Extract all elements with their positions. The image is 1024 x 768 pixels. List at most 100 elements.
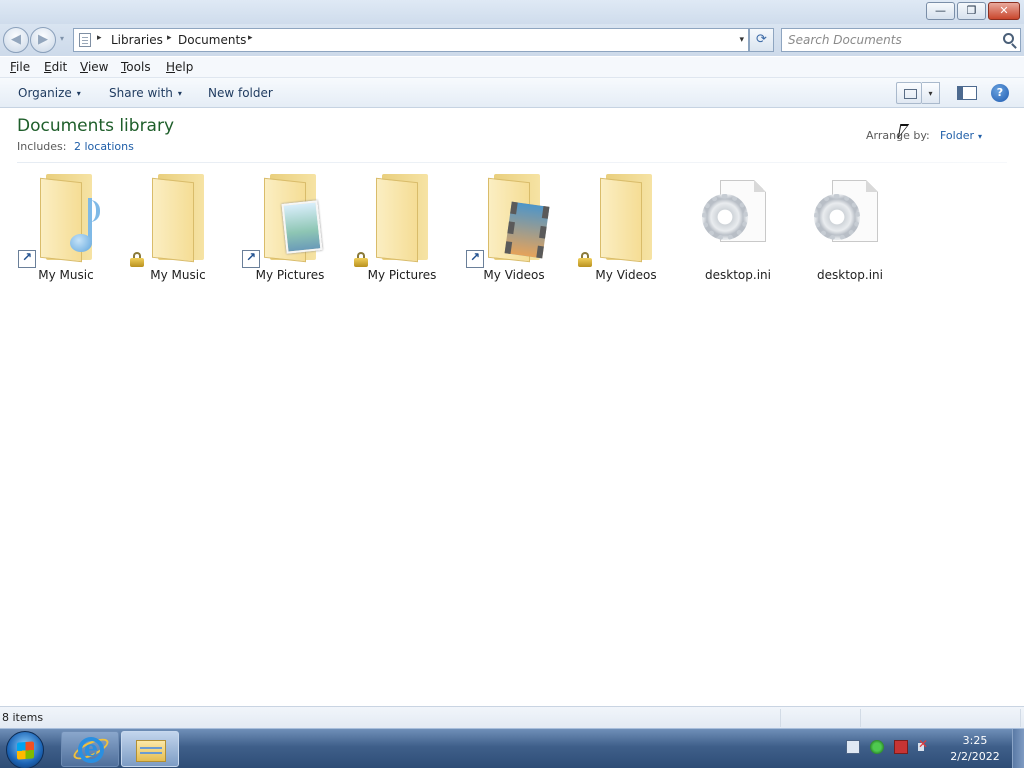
menu-view-mnemonic: V — [80, 60, 88, 74]
title-bar: — ❐ ✕ — [0, 0, 1024, 24]
network-icon[interactable] — [894, 740, 908, 754]
item-label: My Pictures — [367, 268, 437, 282]
change-view-button[interactable] — [896, 82, 922, 104]
search-icon[interactable] — [1003, 33, 1014, 44]
new-folder-button[interactable]: New folder — [208, 86, 273, 100]
clock-time: 3:25 — [962, 734, 988, 747]
system-clock[interactable]: 3:25 2/2/2022 — [940, 733, 1010, 765]
library-page-icon — [79, 33, 91, 47]
breadcrumb-libraries[interactable]: Libraries — [111, 33, 163, 47]
view-options-dropdown[interactable]: ▾ — [922, 82, 940, 104]
item-label: My Music — [150, 268, 206, 282]
restore-button[interactable]: ❐ — [957, 2, 986, 20]
menu-edit-mnemonic: E — [44, 60, 52, 74]
file-item[interactable]: My Pictures — [240, 168, 340, 286]
menu-tools[interactable]: Tools — [121, 60, 151, 74]
clock-date: 2/2/2022 — [950, 750, 1000, 763]
item-count: 8 items — [2, 711, 44, 724]
file-item[interactable]: My Music — [128, 168, 228, 286]
menu-bar: File Edit View Tools Help — [0, 57, 1024, 78]
item-label: My Pictures — [255, 268, 325, 282]
forward-arrow-icon: ▶ — [38, 32, 48, 47]
shortcut-arrow-icon — [18, 250, 36, 268]
chevron-down-icon: ▾ — [978, 132, 983, 141]
menu-file[interactable]: File — [10, 60, 30, 74]
search-box[interactable] — [781, 28, 1021, 52]
file-item[interactable]: My Videos — [464, 168, 564, 286]
help-button[interactable]: ? — [991, 84, 1009, 102]
close-icon: ✕ — [999, 4, 1009, 17]
organize-button[interactable]: Organize ▾ — [18, 86, 81, 100]
address-bar[interactable]: ▸ Libraries ▸ Documents ▸ ▾ — [73, 28, 749, 52]
taskbar-windows-explorer[interactable] — [121, 731, 179, 767]
breadcrumb-separator-icon[interactable]: ▸ — [167, 33, 172, 43]
search-input[interactable] — [788, 32, 998, 48]
recent-pages-dropdown[interactable]: ▾ — [60, 34, 68, 43]
file-item[interactable]: desktop.ini — [688, 168, 788, 286]
menu-view[interactable]: View — [80, 60, 108, 74]
lock-icon — [578, 252, 592, 267]
lock-icon — [354, 252, 368, 267]
forward-button[interactable]: ▶ — [30, 27, 56, 53]
gear-icon — [702, 194, 748, 240]
folder-icon — [600, 174, 658, 263]
menu-help[interactable]: Help — [166, 60, 193, 74]
address-dropdown-icon[interactable]: ▾ — [739, 35, 744, 45]
show-desktop-button[interactable] — [1012, 729, 1024, 768]
item-label: My Videos — [595, 268, 657, 282]
address-row: ◀ ▶ ▾ ▸ Libraries ▸ Documents ▸ ▾ ⟳ — [0, 24, 1024, 56]
item-label: My Music — [38, 268, 94, 282]
gear-icon — [814, 194, 860, 240]
taskbar-internet-explorer[interactable] — [61, 731, 119, 767]
refresh-icon: ⟳ — [756, 32, 767, 47]
includes-label: Includes: — [17, 140, 67, 153]
file-item[interactable]: desktop.ini — [800, 168, 900, 286]
close-button[interactable]: ✕ — [988, 2, 1020, 20]
security-status-icon[interactable] — [870, 740, 884, 754]
volume-muted-icon[interactable] — [918, 737, 932, 754]
breadcrumb-separator-icon[interactable]: ▸ — [97, 33, 102, 43]
internet-explorer-icon — [78, 736, 104, 763]
chevron-down-icon: ▾ — [76, 89, 81, 98]
file-item[interactable]: My Videos — [576, 168, 676, 286]
folder-icon — [376, 174, 434, 263]
refresh-button[interactable]: ⟳ — [749, 28, 774, 52]
menu-edit[interactable]: Edit — [44, 60, 67, 74]
minimize-button[interactable]: — — [926, 2, 955, 20]
lock-icon — [130, 252, 144, 267]
shortcut-arrow-icon — [466, 250, 484, 268]
arrange-by-dropdown[interactable]: Folder ▾ — [940, 129, 982, 142]
action-center-icon[interactable] — [846, 740, 860, 754]
organize-label: Organize — [18, 86, 72, 100]
file-item[interactable]: My Music — [16, 168, 116, 286]
library-includes: Includes: 2 locations — [17, 140, 134, 153]
file-item[interactable]: My Pictures — [352, 168, 452, 286]
chevron-down-icon: ▾ — [177, 89, 182, 98]
folder-icon — [152, 174, 210, 263]
start-button[interactable] — [6, 731, 44, 768]
music-note-icon — [66, 198, 100, 254]
share-with-button[interactable]: Share with ▾ — [109, 86, 182, 100]
menu-view-label: iew — [87, 60, 109, 74]
breadcrumb-documents[interactable]: Documents — [178, 33, 246, 47]
arrange-by-value: Folder — [940, 129, 974, 142]
item-label: desktop.ini — [705, 268, 771, 282]
windows-explorer-icon — [136, 740, 166, 762]
preview-pane-button[interactable] — [955, 84, 977, 102]
menu-edit-label: dit — [51, 60, 68, 74]
item-label: desktop.ini — [817, 268, 883, 282]
status-bar: 8 items — [0, 706, 1024, 728]
locations-link[interactable]: 2 locations — [74, 140, 134, 153]
picture-icon — [281, 200, 323, 254]
menu-tools-label: ools — [126, 60, 151, 74]
command-bar: Organize ▾ Share with ▾ New folder ▾ ? — [0, 78, 1024, 108]
status-divider — [780, 709, 781, 727]
back-button[interactable]: ◀ — [3, 27, 29, 53]
minimize-icon: — — [935, 4, 946, 17]
library-title: Documents library — [17, 116, 175, 136]
taskbar: 3:25 2/2/2022 — [0, 728, 1024, 768]
breadcrumb-separator-icon[interactable]: ▸ — [248, 33, 253, 43]
menu-help-label: elp — [175, 60, 194, 74]
menu-file-label: ile — [16, 60, 31, 74]
restore-icon: ❐ — [966, 4, 977, 17]
